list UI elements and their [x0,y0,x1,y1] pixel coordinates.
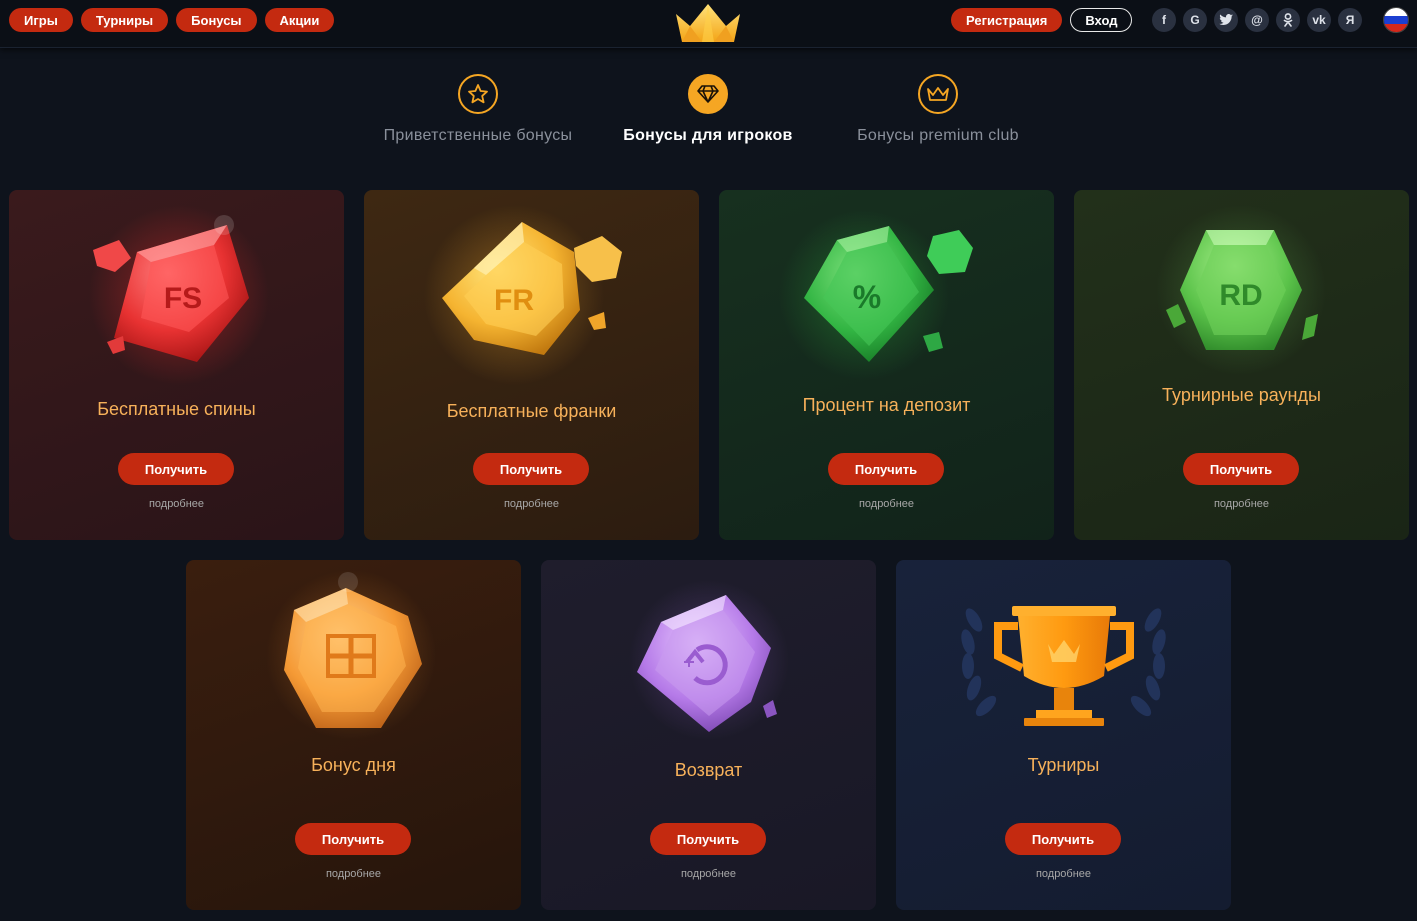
auth-buttons: Регистрация Вход [951,8,1133,32]
get-button[interactable]: Получить [1005,823,1121,855]
get-button[interactable]: Получить [1183,453,1299,485]
orange-gem-gift-icon [266,570,436,740]
gem-text: FR [494,284,534,317]
mail-icon[interactable]: @ [1245,8,1269,32]
main-nav: Игры Турниры Бонусы Акции [9,8,335,32]
details-link[interactable]: подробнее [896,868,1231,880]
lime-gem-rd-icon: RD [1156,205,1326,375]
card-title: Бонус дня [311,755,396,775]
purple-gem-cashback-icon [629,580,789,740]
social-links: f G @ vk Я [1152,8,1362,32]
bonus-card-daily-bonus: Бонус дня Получить подробнее [186,560,521,910]
details-link[interactable]: подробнее [541,868,876,880]
crown-logo-icon[interactable] [674,2,742,44]
yandex-icon[interactable]: Я [1338,8,1362,32]
gold-gem-fr-icon: FR [424,205,622,385]
nav-games[interactable]: Игры [9,8,73,32]
get-button[interactable]: Получить [650,823,766,855]
details-link[interactable]: подробнее [186,868,521,880]
gem-text: RD [1219,279,1262,312]
nav-bonuses[interactable]: Бонусы [176,8,257,32]
google-icon[interactable]: G [1183,8,1207,32]
tab-label: Бонусы для игроков [623,127,793,144]
card-title: Процент на депозит [802,395,971,415]
top-header: Игры Турниры Бонусы Акции Регистрация Вх… [0,0,1417,48]
star-icon [458,74,498,114]
register-button[interactable]: Регистрация [951,8,1063,32]
facebook-icon[interactable]: f [1152,8,1176,32]
get-button[interactable]: Получить [295,823,411,855]
tab-premium-club-bonuses[interactable]: Бонусы premium club [818,74,1058,145]
details-link[interactable]: подробнее [9,498,344,510]
gem-text: FS [164,282,202,315]
bonus-card-tournament-rounds: RD Турнирные раунды Получить подробнее [1074,190,1409,540]
crown-icon [918,74,958,114]
get-button[interactable]: Получить [118,453,234,485]
bonus-card-free-spins: FS Бесплатные спины Получить подробнее [9,190,344,540]
details-link[interactable]: подробнее [364,498,699,510]
card-title: Турниры [1027,755,1100,775]
bonus-card-deposit-percent: % Процент на депозит Получить подробнее [719,190,1054,540]
trophy-icon [961,606,1166,726]
get-button[interactable]: Получить [473,453,589,485]
bonus-card-tournaments: Турниры Получить подробнее [896,560,1231,910]
vk-icon[interactable]: vk [1307,8,1331,32]
twitter-icon[interactable] [1214,8,1238,32]
russia-flag-icon[interactable] [1383,7,1409,33]
details-link[interactable]: подробнее [1074,498,1409,510]
odnoklassniki-icon[interactable] [1276,8,1300,32]
gem-text: % [853,279,881,315]
bonus-card-free-francs: FR Бесплатные франки Получить подробнее [364,190,699,540]
card-title: Бесплатные спины [97,399,256,419]
tab-welcome-bonuses[interactable]: Приветственные бонусы [358,74,598,145]
diamond-icon [688,74,728,114]
nav-tournaments[interactable]: Турниры [80,8,169,32]
get-button[interactable]: Получить [828,453,944,485]
bonus-card-cashback: Возврат Получить подробнее [541,560,876,910]
login-button[interactable]: Вход [1070,8,1133,32]
card-title: Турнирные раунды [1162,385,1321,405]
green-gem-percent-icon: % [779,210,973,380]
tab-player-bonuses[interactable]: Бонусы для игроков [588,74,828,145]
tab-label: Бонусы premium club [857,127,1019,144]
details-link[interactable]: подробнее [719,498,1054,510]
card-title: Возврат [674,760,743,780]
tab-label: Приветственные бонусы [383,127,573,144]
red-gem-fs-icon: FS [89,205,269,385]
nav-promotions[interactable]: Акции [264,8,335,32]
card-title: Бесплатные франки [446,401,617,421]
